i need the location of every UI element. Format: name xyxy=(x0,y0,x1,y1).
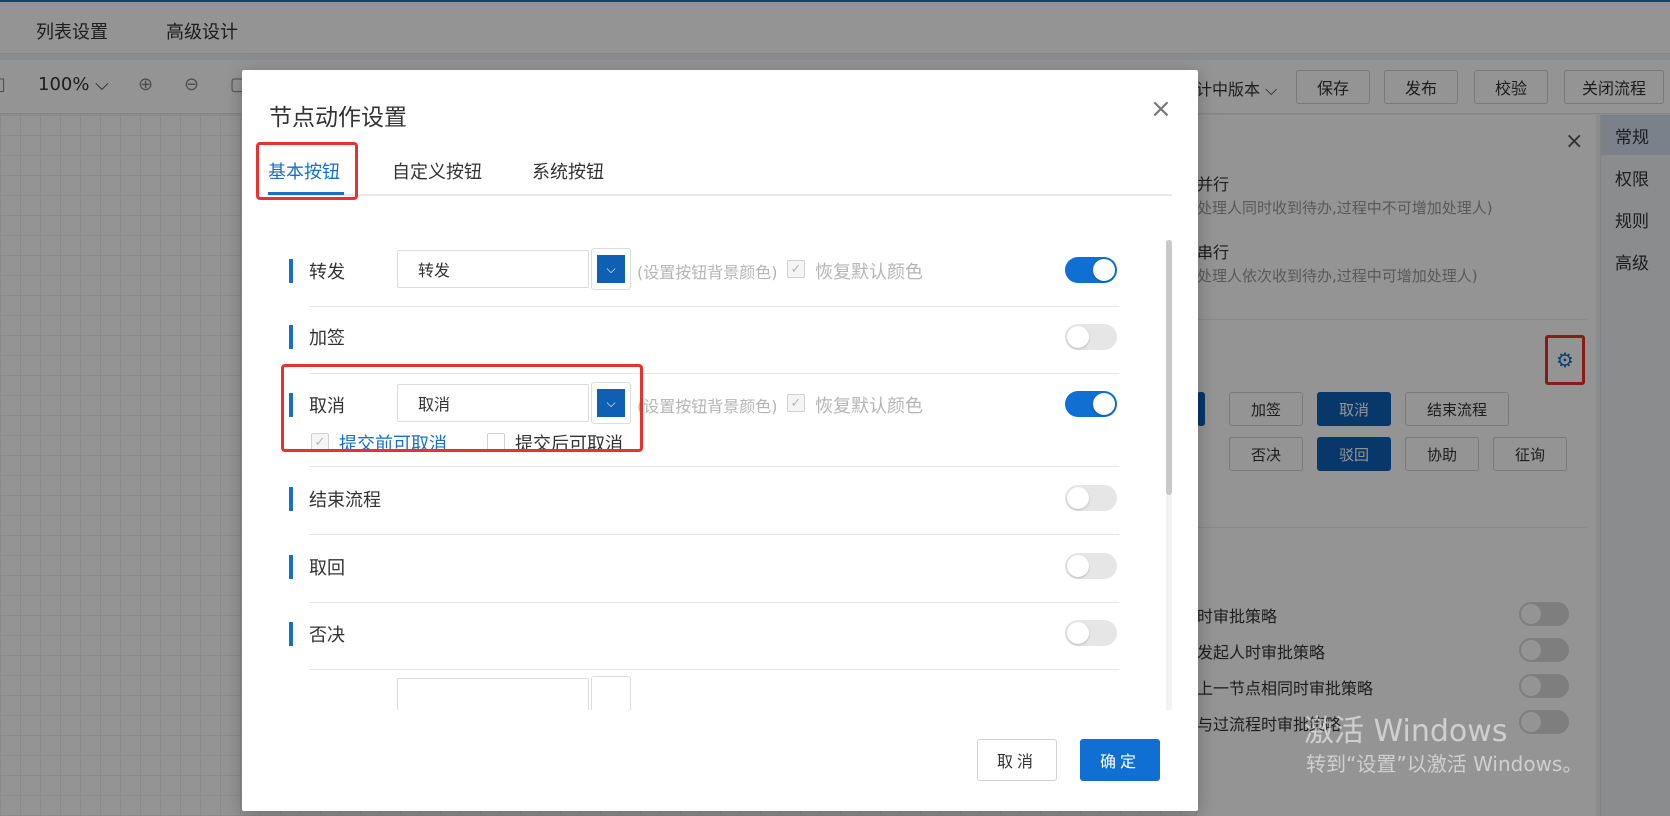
confirm-button[interactable]: 确定 xyxy=(1080,739,1160,781)
activation-watermark-title: 激活 Windows xyxy=(1304,714,1508,749)
row-accent-bar xyxy=(289,622,293,646)
row-accent-bar xyxy=(289,555,293,579)
restore-default-checkbox[interactable]: ✓ xyxy=(787,260,805,278)
color-picker-button[interactable] xyxy=(591,676,631,710)
row-divider xyxy=(309,466,1119,467)
row-divider xyxy=(309,602,1119,603)
row-label: 加签 xyxy=(309,328,345,349)
restore-default-checkbox[interactable]: ✓ xyxy=(787,394,805,412)
button-name-input[interactable]: 转发 xyxy=(397,250,589,288)
annotation-highlight xyxy=(256,142,358,200)
enable-toggle[interactable] xyxy=(1065,485,1117,511)
row-label: 否决 xyxy=(309,625,345,646)
row-label: 结束流程 xyxy=(309,490,381,511)
enable-toggle[interactable] xyxy=(1065,620,1117,646)
row-label: 取回 xyxy=(309,558,345,579)
tab-custom-buttons[interactable]: 自定义按钮 xyxy=(392,158,482,184)
restore-default-label: 恢复默认颜色 xyxy=(815,262,923,283)
cancel-button[interactable]: 取消 xyxy=(977,739,1057,781)
restore-default-label: 恢复默认颜色 xyxy=(815,396,923,417)
annotation-highlight xyxy=(281,364,643,452)
scrollbar[interactable] xyxy=(1166,240,1172,710)
chevron-down-icon: ⌵ xyxy=(597,255,625,283)
scrollbar-thumb[interactable] xyxy=(1166,240,1172,495)
tab-system-buttons[interactable]: 系统按钮 xyxy=(532,158,604,184)
enable-toggle[interactable] xyxy=(1065,391,1117,417)
tab-divider xyxy=(268,194,1172,196)
row-divider xyxy=(309,306,1119,307)
color-hint: (设置按钮背景颜色) xyxy=(637,263,778,282)
row-accent-bar xyxy=(289,487,293,511)
activation-watermark-subtitle: 转到“设置”以激活 Windows。 xyxy=(1306,752,1583,776)
enable-toggle[interactable] xyxy=(1065,553,1117,579)
button-list: 转发 转发 ⌵ (设置按钮背景颜色) ✓ 恢复默认颜色 加签 取消 取消 ⌵ (… xyxy=(269,240,1169,710)
row-divider xyxy=(309,534,1119,535)
row-accent-bar xyxy=(289,259,293,283)
dialog-tabs: 基本按钮 自定义按钮 系统按钮 xyxy=(256,70,1172,200)
button-name-input[interactable] xyxy=(397,678,589,710)
enable-toggle[interactable] xyxy=(1065,324,1117,350)
color-hint: (设置按钮背景颜色) xyxy=(637,397,778,416)
row-accent-bar xyxy=(289,325,293,349)
color-picker-button[interactable]: ⌵ xyxy=(591,248,631,290)
row-label: 转发 xyxy=(309,262,345,283)
node-action-dialog: 节点动作设置 × 基本按钮 自定义按钮 系统按钮 转发 转发 ⌵ (设置按钮背景… xyxy=(242,70,1198,811)
row-divider xyxy=(309,669,1119,670)
enable-toggle[interactable] xyxy=(1065,257,1117,283)
